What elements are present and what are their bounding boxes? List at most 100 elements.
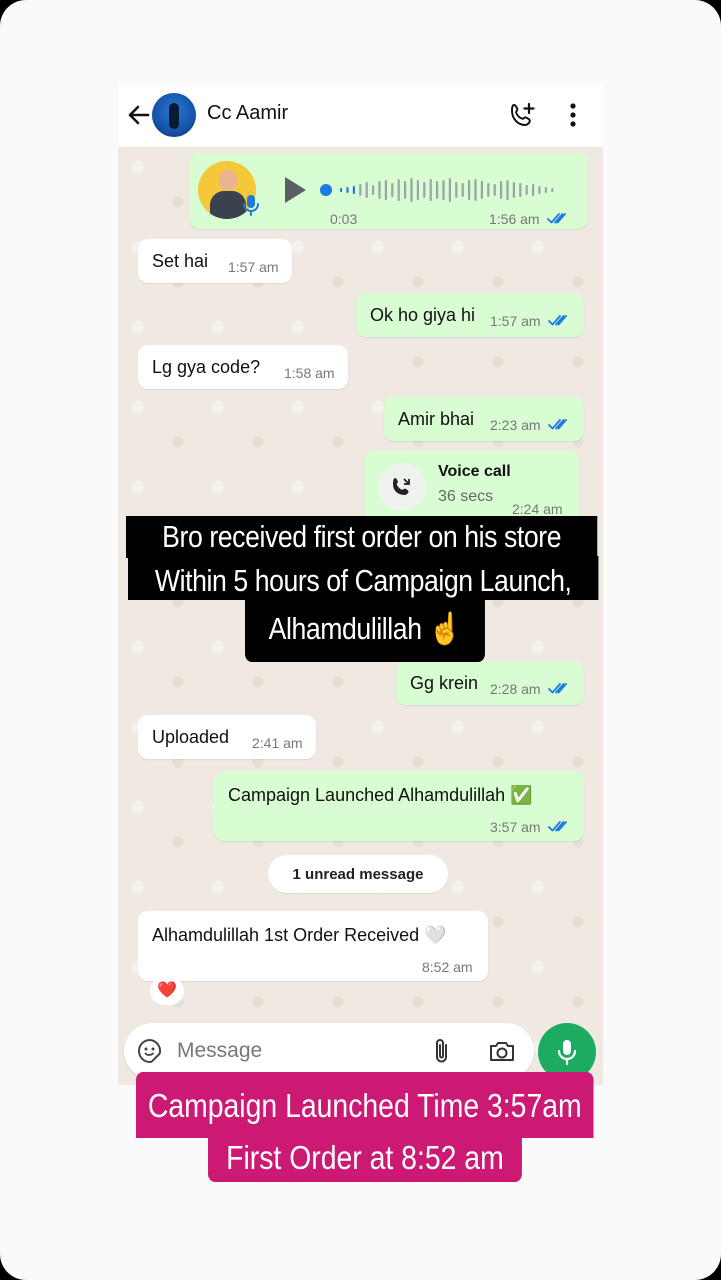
waveform-bar	[448, 178, 451, 202]
caption-text: Campaign Launched Time 3:57am	[147, 1087, 582, 1124]
message-time: 1:57 am	[228, 259, 279, 275]
waveform-bar	[551, 188, 554, 192]
waveform-bar	[487, 183, 490, 197]
waveform-bar	[474, 179, 477, 201]
message-time: 1:58 am	[284, 365, 335, 381]
caption-text: Within 5 hours of Campaign Launch,	[154, 563, 572, 598]
message-text: Campaign Launched Alhamdulillah ✅	[228, 785, 533, 805]
mic-icon	[557, 1040, 577, 1066]
caption-line: Alhamdulillah ☝️	[245, 598, 485, 662]
waveform-bar	[384, 180, 387, 200]
reaction-badge[interactable]: ❤️	[150, 977, 184, 1005]
waveform-bar	[538, 186, 541, 194]
waveform-bar	[365, 182, 368, 198]
waveform-bar	[512, 182, 515, 198]
incoming-message[interactable]: Uploaded 2:41 am	[138, 715, 316, 759]
message-text: Lg gya code?	[152, 357, 261, 377]
waveform-bar	[442, 180, 445, 200]
story-frame: Cc Aamir 0:03 1:56 am Set hai 1:57 am Ok…	[0, 0, 721, 1280]
message-time: 2:28 am	[490, 681, 541, 697]
waveform-bar	[372, 185, 375, 195]
waveform-bar	[519, 183, 522, 197]
playback-position	[320, 184, 332, 196]
camera-icon[interactable]	[488, 1038, 516, 1064]
waveform-bar	[532, 184, 535, 196]
read-receipt-icon	[548, 683, 567, 694]
call-title: Voice call	[438, 463, 511, 480]
call-duration: 36 secs	[438, 488, 494, 505]
waveform-bar	[468, 180, 471, 200]
incoming-message[interactable]: Alhamdulillah 1st Order Received 🤍 8:52 …	[138, 911, 488, 981]
caption-text: First Order at 8:52 am	[226, 1139, 504, 1176]
contact-avatar[interactable]	[152, 93, 196, 137]
message-time: 3:57 am	[490, 819, 541, 835]
sticker-icon[interactable]	[137, 1038, 163, 1064]
waveform-bar	[436, 181, 439, 199]
waveform-bar	[525, 185, 528, 195]
message-text: Alhamdulillah 1st Order Received 🤍	[152, 925, 447, 945]
read-receipt-icon	[548, 315, 567, 326]
waveform-bar	[404, 181, 407, 199]
outgoing-message[interactable]: Gg krein 2:28 am	[396, 661, 584, 705]
waveform-bar	[480, 181, 483, 199]
waveform-bar	[391, 183, 394, 197]
unread-banner-text: 1 unread message	[292, 866, 424, 883]
message-time: 2:23 am	[490, 417, 541, 433]
mic-icon	[243, 195, 259, 216]
outgoing-message[interactable]: Campaign Launched Alhamdulillah ✅ 3:57 a…	[214, 771, 584, 841]
play-icon[interactable]	[282, 175, 308, 205]
message-time: 1:57 am	[490, 313, 541, 329]
waveform-bar	[359, 184, 362, 196]
phone-call-icon	[393, 478, 410, 495]
incoming-message[interactable]: Lg gya code? 1:58 am	[138, 345, 348, 389]
waveform-bar	[340, 188, 343, 192]
waveform-bar	[423, 182, 426, 198]
message-text: Set hai	[152, 251, 209, 271]
message-text: Ok ho giya hi	[370, 305, 476, 325]
message-input[interactable]: Message	[177, 1039, 262, 1063]
waveform-bar	[461, 183, 464, 197]
waveform-bar	[378, 181, 381, 199]
audio-waveform[interactable]	[320, 175, 565, 205]
waveform-bar	[429, 179, 432, 201]
caption-line: First Order at 8:52 am	[208, 1136, 522, 1182]
waveform-bar	[506, 180, 509, 200]
waveform-bar	[352, 186, 355, 194]
caption-line: Campaign Launched Time 3:57am	[136, 1072, 594, 1138]
message-time: 2:41 am	[252, 735, 303, 751]
caption-line: Bro received first order on his store	[126, 516, 598, 558]
voice-call-message[interactable]: Voice call 36 secs 2:24 am	[364, 451, 580, 521]
message-composer: Message	[124, 1023, 534, 1079]
message-time: 8:52 am	[422, 959, 473, 975]
add-call-icon[interactable]	[508, 101, 536, 129]
outgoing-message[interactable]: Ok ho giya hi 1:57 am	[356, 293, 584, 337]
message-text: Amir bhai	[398, 409, 475, 429]
outgoing-message[interactable]: Amir bhai 2:23 am	[384, 397, 584, 441]
back-arrow-icon[interactable]	[126, 102, 152, 128]
more-vertical-icon[interactable]	[564, 101, 582, 129]
caption-line: Within 5 hours of Campaign Launch,	[128, 556, 599, 600]
caption-text: Bro received first order on his store	[162, 519, 562, 554]
attach-icon[interactable]	[432, 1037, 452, 1065]
message-time: 2:24 am	[512, 501, 563, 517]
chat-header: Cc Aamir	[118, 85, 603, 147]
voice-duration: 0:03	[330, 211, 358, 227]
waveform-bar	[500, 181, 503, 199]
read-receipt-icon	[547, 213, 566, 224]
voice-message[interactable]: 0:03 1:56 am	[190, 153, 588, 229]
reaction-emoji: ❤️	[157, 982, 177, 999]
caption-text: Alhamdulillah ☝️	[268, 611, 462, 646]
waveform-bar	[455, 182, 458, 198]
message-text: Uploaded	[152, 727, 230, 747]
message-time: 1:56 am	[489, 211, 540, 227]
waveform-bar	[410, 178, 413, 202]
unread-banner: 1 unread message	[268, 855, 448, 893]
read-receipt-icon	[548, 419, 567, 430]
waveform-bar	[416, 180, 419, 200]
waveform-bar	[493, 184, 496, 196]
waveform-bar	[346, 187, 349, 193]
contact-name[interactable]: Cc Aamir	[207, 102, 288, 125]
message-text: Gg krein	[410, 673, 479, 693]
incoming-message[interactable]: Set hai 1:57 am	[138, 239, 292, 283]
waveform-bar	[397, 179, 400, 201]
